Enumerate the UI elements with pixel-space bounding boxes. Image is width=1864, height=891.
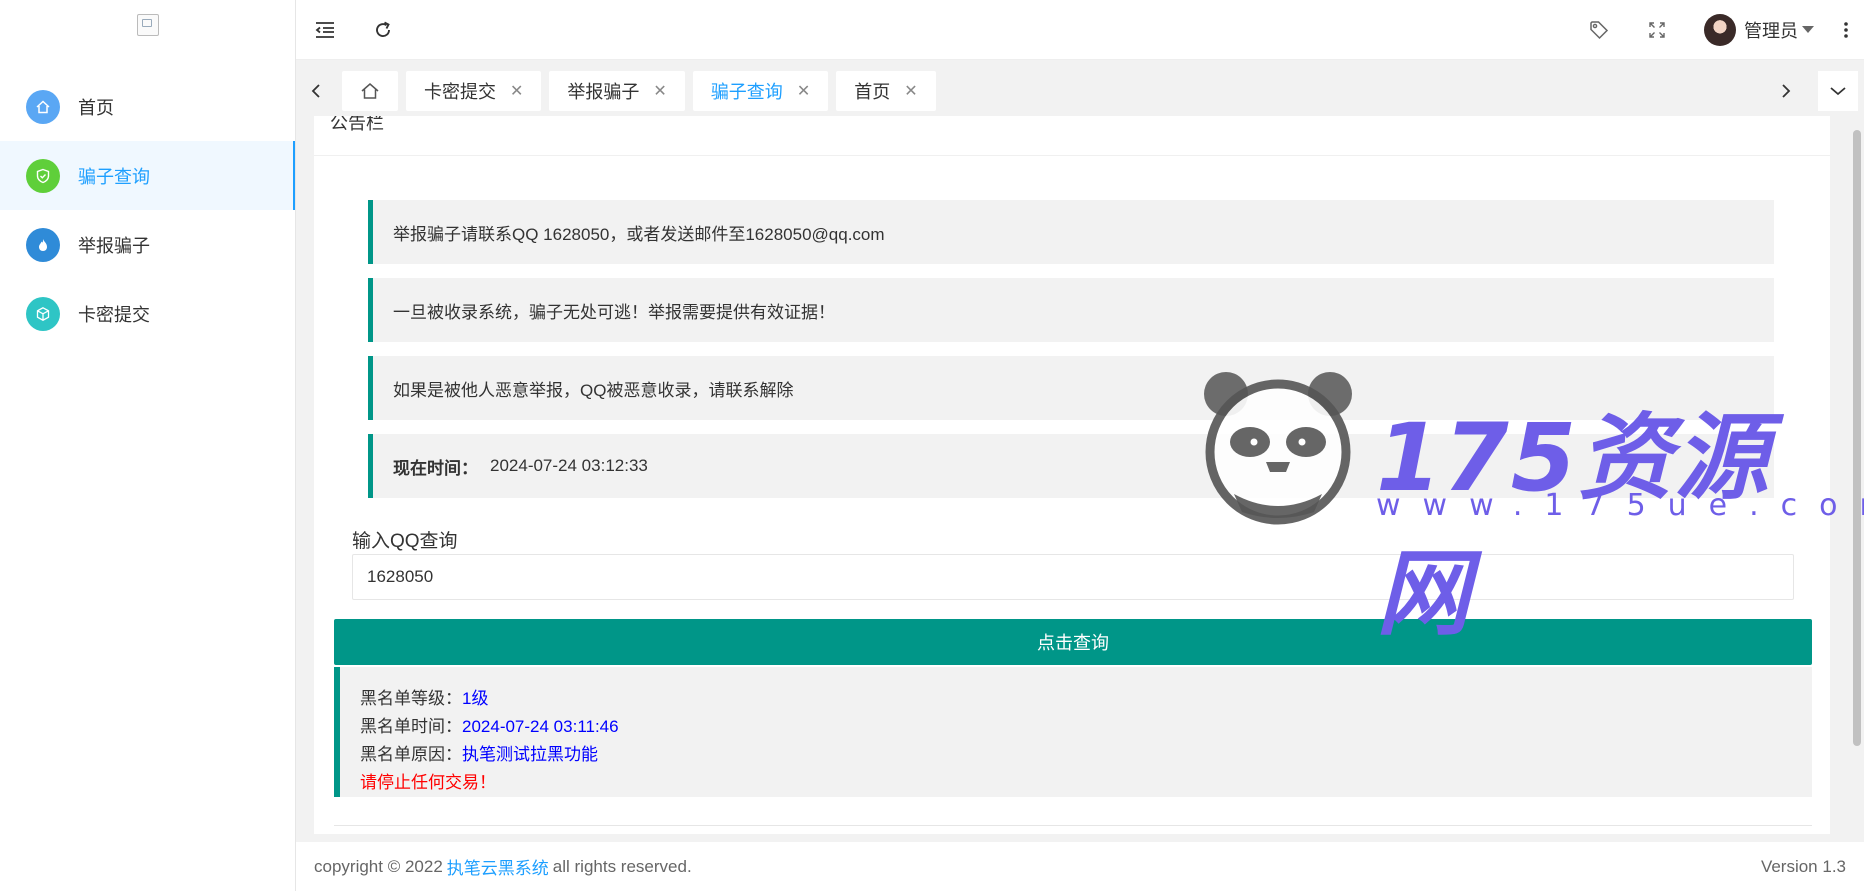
tab-home-icon-tab[interactable] — [342, 71, 398, 111]
sidebar-item-card-submit[interactable]: 卡密提交 — [0, 279, 295, 348]
tab-label: 卡密提交 — [424, 82, 496, 102]
more-button[interactable] — [1828, 0, 1864, 60]
result-reason-row: 黑名单原因：执笔测试拉黑功能 — [360, 741, 1812, 769]
scrollbar[interactable] — [1852, 116, 1862, 834]
notice-item: 一旦被收录系统，骗子无处可逃！举报需要提供有效证据！ — [368, 278, 1774, 342]
current-time-label: 现在时间： — [393, 458, 478, 478]
sidebar-item-label: 骗子查询 — [78, 166, 150, 187]
card-title: 公告栏 — [314, 116, 1830, 156]
tab-report-scammer[interactable]: 举报骗子 ✕ — [549, 71, 685, 111]
notice-item: 如果是被他人恶意举报，QQ被恶意收录，请联系解除 — [368, 356, 1774, 420]
query-label: 输入QQ查询 — [352, 531, 458, 552]
tab-scroll-left-button[interactable] — [296, 71, 336, 111]
version-label: Version 1.3 — [1760, 856, 1846, 876]
tab-label: 骗子查询 — [710, 82, 783, 102]
user-menu[interactable]: 管理员 — [1686, 13, 1828, 46]
query-result: 黑名单等级：1级 黑名单时间：2024-07-24 03:11:46 黑名单原因… — [334, 667, 1812, 797]
tab-bar: 卡密提交 ✕ 举报骗子 ✕ 骗子查询 ✕ 首页 ✕ — [296, 70, 1864, 112]
home-icon — [26, 89, 60, 124]
sidebar-item-label: 举报骗子 — [78, 235, 150, 256]
qq-search-input[interactable] — [352, 554, 1794, 600]
tag-icon — [1590, 20, 1609, 39]
close-icon[interactable]: ✕ — [510, 81, 523, 101]
home-icon — [361, 83, 379, 99]
close-icon[interactable]: ✕ — [904, 81, 917, 101]
brand-link[interactable]: 执笔云黑系统 — [447, 854, 549, 879]
scrollbar-thumb[interactable] — [1853, 130, 1861, 746]
divider — [334, 825, 1812, 826]
result-level-key: 黑名单等级： — [360, 689, 462, 708]
sidebar-item-report-scammer[interactable]: 举报骗子 — [0, 210, 295, 279]
sidebar: 首页 骗子查询 举报骗子 卡密提交 — [0, 0, 296, 891]
sidebar-item-label: 首页 — [78, 97, 114, 118]
chevron-left-icon — [311, 84, 320, 98]
sidebar-item-label: 卡密提交 — [78, 304, 150, 325]
tab-options-button[interactable] — [1818, 71, 1858, 111]
caret-down-icon — [1802, 26, 1814, 33]
copyright-suffix: all rights reserved. — [552, 856, 692, 876]
tab-label: 首页 — [854, 82, 891, 102]
current-time-notice: 现在时间： 2024-07-24 03:12:33 — [368, 434, 1774, 498]
refresh-button[interactable] — [354, 0, 412, 60]
cube-icon — [26, 296, 60, 331]
avatar — [1704, 13, 1736, 46]
header-right: 管理员 — [1570, 0, 1864, 60]
shield-check-icon — [26, 158, 60, 193]
tabs: 卡密提交 ✕ 举报骗子 ✕ 骗子查询 ✕ 首页 ✕ — [336, 71, 1766, 111]
copyright-prefix: copyright © 2022 — [314, 856, 443, 876]
chevron-right-icon — [1782, 84, 1791, 98]
chevron-down-icon — [1830, 87, 1846, 96]
top-header: 管理员 — [296, 0, 1864, 60]
result-warning: 请停止任何交易！ — [360, 773, 496, 792]
fullscreen-icon — [1649, 21, 1665, 38]
tab-scroll-right-button[interactable] — [1766, 71, 1806, 111]
result-level-row: 黑名单等级：1级 — [360, 685, 1812, 713]
query-button[interactable]: 点击查询 — [334, 619, 1812, 665]
sidebar-item-scammer-query[interactable]: 骗子查询 — [0, 141, 295, 210]
sidebar-item-home[interactable]: 首页 — [0, 72, 295, 141]
tab-label: 举报骗子 — [567, 82, 640, 102]
fullscreen-button[interactable] — [1628, 0, 1686, 60]
notice-card: 公告栏 举报骗子请联系QQ 1628050，或者发送邮件至1628050@qq.… — [314, 116, 1830, 834]
result-time-key: 黑名单时间： — [360, 717, 462, 736]
user-name: 管理员 — [1744, 20, 1798, 41]
footer: copyright © 2022 执笔云黑系统 all rights reser… — [296, 842, 1864, 891]
tab-home[interactable]: 首页 ✕ — [836, 71, 936, 111]
current-time-value: 2024-07-24 03:12:33 — [490, 456, 648, 475]
more-vertical-icon — [1844, 21, 1848, 38]
tab-scammer-query[interactable]: 骗子查询 ✕ — [692, 71, 829, 111]
close-icon[interactable]: ✕ — [797, 81, 810, 101]
collapse-menu-button[interactable] — [296, 0, 354, 60]
result-level-value: 1级 — [462, 689, 489, 708]
sidebar-nav: 首页 骗子查询 举报骗子 卡密提交 — [0, 72, 295, 348]
close-icon[interactable]: ✕ — [653, 81, 666, 101]
result-time-value: 2024-07-24 03:11:46 — [462, 717, 619, 736]
result-time-row: 黑名单时间：2024-07-24 03:11:46 — [360, 713, 1812, 741]
broken-image-icon — [136, 14, 159, 36]
fire-icon — [26, 227, 60, 262]
tab-card-submit[interactable]: 卡密提交 ✕ — [406, 71, 542, 111]
refresh-icon — [376, 21, 390, 37]
result-reason-key: 黑名单原因： — [360, 745, 462, 764]
logo — [0, 0, 295, 60]
main-content: 公告栏 举报骗子请联系QQ 1628050，或者发送邮件至1628050@qq.… — [296, 116, 1848, 834]
result-reason-value: 执笔测试拉黑功能 — [462, 745, 598, 764]
indent-icon — [315, 21, 334, 38]
app: 首页 骗子查询 举报骗子 卡密提交 管理员 卡密提交 ✕ 举报骗子 ✕ 骗子查询… — [0, 0, 1864, 891]
notice-item: 举报骗子请联系QQ 1628050，或者发送邮件至1628050@qq.com — [368, 200, 1774, 264]
theme-tag-button[interactable] — [1570, 0, 1628, 60]
